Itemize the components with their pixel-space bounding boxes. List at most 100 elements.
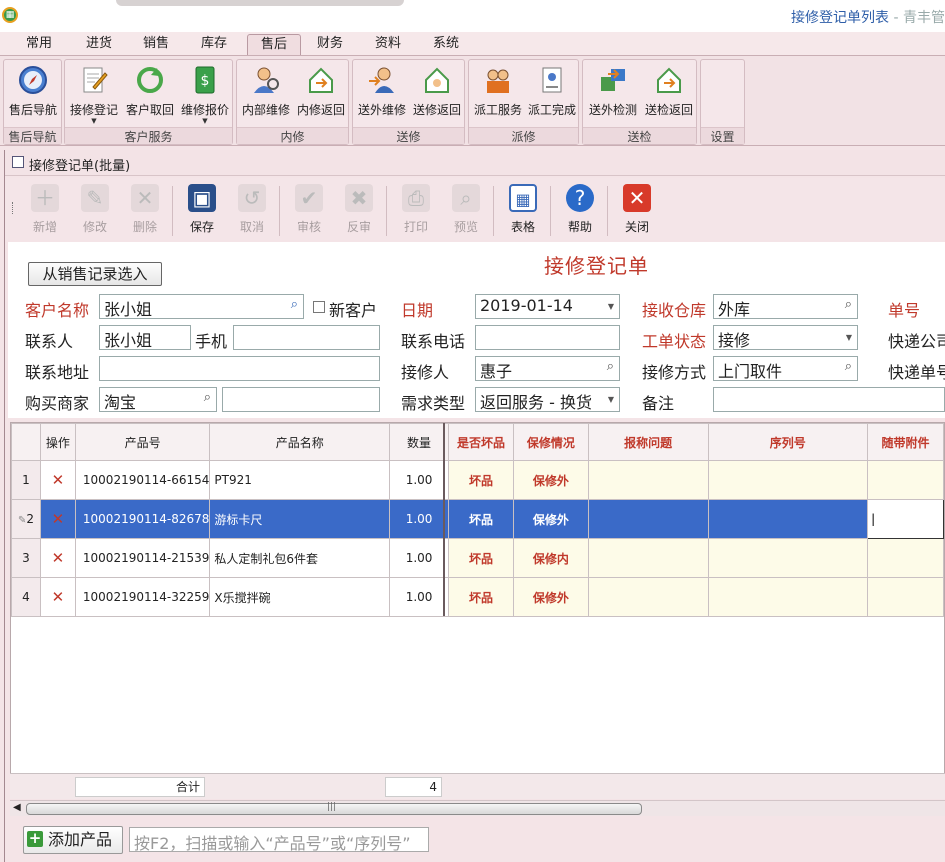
delete-button[interactable]: ✕ 删除 xyxy=(120,184,170,235)
send-out-repair-button[interactable]: 送外维修 xyxy=(355,62,409,126)
chevron-down-icon[interactable]: ▼ xyxy=(608,395,614,404)
unapprove-button[interactable]: ✖ 反审 xyxy=(334,184,384,235)
quantity-cell[interactable]: 1.00 xyxy=(389,577,449,617)
issue-cell[interactable] xyxy=(587,538,709,578)
col-header-defective[interactable]: 是否坏品 xyxy=(448,423,514,461)
col-header-quantity[interactable]: 数量 xyxy=(389,423,449,461)
toolbar-grip[interactable] xyxy=(12,202,15,214)
product-name-cell[interactable]: 私人定制礼包6件套 xyxy=(209,538,391,578)
issue-cell[interactable] xyxy=(587,460,709,500)
table-row[interactable]: 1 ✕ 10002190114-66154 PT921 1.00 坏品 保修外 xyxy=(11,460,944,500)
table-row[interactable]: 4 ✕ 10002190114-32259 X乐搅拌碗 1.00 坏品 保修外 xyxy=(11,577,944,617)
dispatch-complete-button[interactable]: 派工完成 xyxy=(525,62,579,126)
tab-data[interactable]: 资料 xyxy=(361,34,415,56)
internal-repair-button[interactable]: 内部维修 xyxy=(239,62,293,126)
serial-cell[interactable] xyxy=(707,538,869,578)
product-name-cell[interactable]: 游标卡尺 xyxy=(209,499,391,539)
product-code-cell[interactable]: 10002190114-66154 xyxy=(74,460,211,500)
print-button[interactable]: ⎙ 打印 xyxy=(391,184,441,235)
repair-register-button[interactable]: 接修登记 ▼ xyxy=(67,62,121,126)
warranty-cell[interactable]: 保修外 xyxy=(512,577,589,617)
delete-row-icon[interactable]: ✕ xyxy=(39,538,76,578)
delete-row-icon[interactable]: ✕ xyxy=(39,499,76,539)
send-inspection-button[interactable]: 送外检测 xyxy=(585,62,641,126)
warranty-cell[interactable]: 保修外 xyxy=(512,499,589,539)
defective-cell[interactable]: 坏品 xyxy=(448,460,514,500)
col-header-serial[interactable]: 序列号 xyxy=(707,423,869,461)
warehouse-field[interactable]: 外库 ⌕ xyxy=(713,294,858,319)
product-code-cell[interactable]: 10002190114-21539 xyxy=(74,538,211,578)
chevron-down-icon[interactable]: ▼ xyxy=(608,302,614,311)
scrollbar-thumb[interactable]: ||| xyxy=(26,802,642,815)
col-header-action[interactable]: 操作 xyxy=(39,423,76,461)
approve-button[interactable]: ✔ 审核 xyxy=(284,184,334,235)
dispatch-service-button[interactable]: 派工服务 xyxy=(471,62,525,126)
product-name-cell[interactable]: PT921 xyxy=(209,460,391,500)
col-header-accessory[interactable]: 随带附件 xyxy=(867,423,944,461)
help-button[interactable]: ? 帮助 xyxy=(555,184,605,235)
delete-row-icon[interactable]: ✕ xyxy=(39,577,76,617)
customer-field[interactable]: 张小姐 ⌕ xyxy=(99,294,304,319)
search-icon[interactable]: ⌕ xyxy=(845,359,852,374)
product-code-cell[interactable]: 10002190114-32259 xyxy=(74,577,211,617)
tab-sales[interactable]: 销售 xyxy=(129,34,183,56)
scroll-left-icon[interactable]: ◀ xyxy=(13,802,21,813)
internal-return-button[interactable]: 内修返回 xyxy=(294,62,348,126)
grid-button[interactable]: ▦ 表格 xyxy=(498,184,548,235)
product-name-cell[interactable]: X乐搅拌碗 xyxy=(209,577,391,617)
col-header-issue[interactable]: 报称问题 xyxy=(587,423,709,461)
serial-cell[interactable] xyxy=(707,460,869,500)
tab-system[interactable]: 系统 xyxy=(419,34,473,56)
serial-cell[interactable] xyxy=(707,499,869,539)
phone-field[interactable] xyxy=(475,325,620,350)
customer-pickup-button[interactable]: 客户取回 xyxy=(123,62,177,126)
status-select[interactable]: 接修 ▼ xyxy=(713,325,858,350)
contact-field[interactable]: 张小姐 xyxy=(99,325,191,350)
quantity-cell[interactable]: 1.00 xyxy=(389,538,449,578)
receiver-field[interactable]: 惠子 ⌕ xyxy=(475,356,620,381)
defective-cell[interactable]: 坏品 xyxy=(448,577,514,617)
merchant-extra-field[interactable] xyxy=(222,387,380,412)
accessory-cell[interactable] xyxy=(867,577,944,617)
quantity-cell[interactable]: 1.00 xyxy=(389,499,449,539)
search-icon[interactable]: ⌕ xyxy=(845,297,852,312)
tab-common[interactable]: 常用 xyxy=(12,34,66,56)
accessory-cell[interactable] xyxy=(867,538,944,578)
app-logo-icon[interactable]: ▦ xyxy=(2,7,18,23)
table-row-selected[interactable]: ✎2 ✕ 10002190114-82678 游标卡尺 1.00 坏品 保修外 … xyxy=(11,499,944,539)
delete-row-icon[interactable]: ✕ xyxy=(39,460,76,500)
address-field[interactable] xyxy=(99,356,380,381)
demand-select[interactable]: 返回服务 - 换货 ▼ xyxy=(475,387,620,412)
tab-after-sales[interactable]: 售后 xyxy=(247,34,301,56)
inspection-return-button[interactable]: 送检返回 xyxy=(642,62,696,126)
search-icon[interactable]: ⌕ xyxy=(607,359,614,374)
accessory-cell[interactable] xyxy=(867,460,944,500)
tab-purchase[interactable]: 进货 xyxy=(72,34,126,56)
warranty-cell[interactable]: 保修内 xyxy=(512,538,589,578)
save-button[interactable]: ▣ 保存 xyxy=(177,184,227,235)
defective-cell[interactable]: 坏品 xyxy=(448,538,514,578)
remark-field[interactable] xyxy=(713,387,945,412)
preview-button[interactable]: ⌕ 预览 xyxy=(441,184,491,235)
product-code-cell[interactable]: 10002190114-82678 xyxy=(74,499,211,539)
mobile-field[interactable] xyxy=(233,325,380,350)
warranty-cell[interactable]: 保修外 xyxy=(512,460,589,500)
serial-cell[interactable] xyxy=(707,577,869,617)
issue-cell[interactable] xyxy=(587,577,709,617)
repair-quote-button[interactable]: $ 维修报价 ▼ xyxy=(178,62,232,126)
issue-cell[interactable] xyxy=(587,499,709,539)
tab-finance[interactable]: 财务 xyxy=(303,34,357,56)
cancel-button[interactable]: ↺ 取消 xyxy=(227,184,277,235)
search-icon[interactable]: ⌕ xyxy=(291,297,298,312)
new-button[interactable]: ＋新增 xyxy=(20,184,70,235)
col-header-product-name[interactable]: 产品名称 xyxy=(209,423,391,461)
edit-button[interactable]: ✎ 修改 xyxy=(70,184,120,235)
table-row[interactable]: 3 ✕ 10002190114-21539 私人定制礼包6件套 1.00 坏品 … xyxy=(11,538,944,578)
accessory-edit-input[interactable]: | xyxy=(867,499,944,539)
merchant-field[interactable]: 淘宝 ⌕ xyxy=(99,387,217,412)
defective-cell[interactable]: 坏品 xyxy=(448,499,514,539)
method-field[interactable]: 上门取件 ⌕ xyxy=(713,356,858,381)
chevron-down-icon[interactable]: ▼ xyxy=(846,333,852,342)
after-sales-nav-button[interactable]: 售后导航 xyxy=(6,62,60,126)
import-from-sales-button[interactable]: 从销售记录选入 xyxy=(28,262,162,286)
